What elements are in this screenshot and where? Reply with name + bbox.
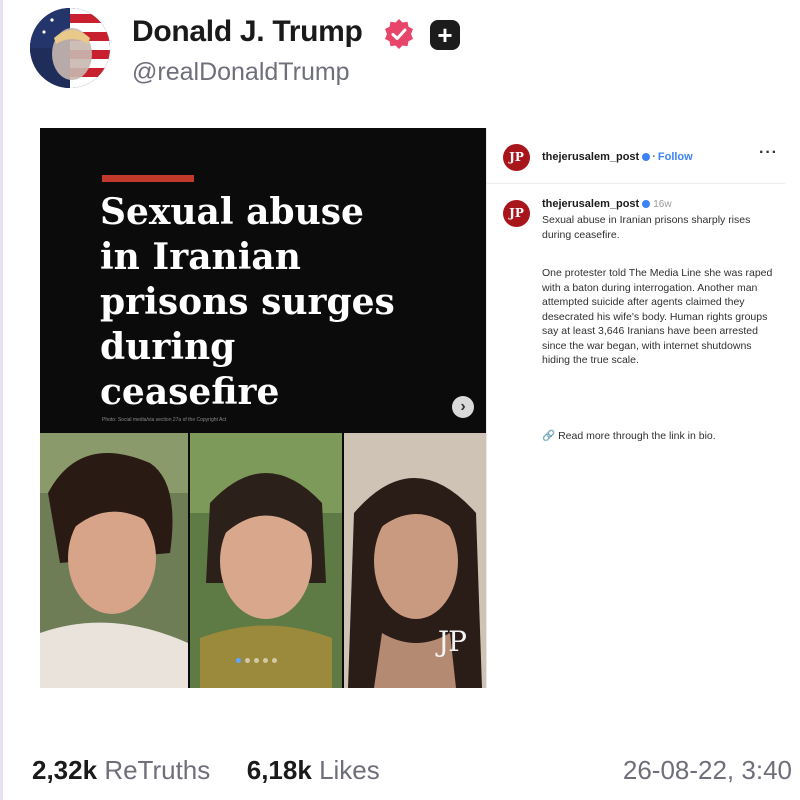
author-handle[interactable]: @realDonaldTrump bbox=[132, 58, 350, 87]
more-dots-icon[interactable]: ··· bbox=[759, 144, 778, 162]
carousel-dot[interactable] bbox=[254, 658, 259, 663]
caption-body: One protester told The Media Line she wa… bbox=[542, 267, 773, 366]
plus-icon[interactable]: + bbox=[430, 20, 460, 50]
post-stats: 2,32k ReTruths 6,18k Likes bbox=[32, 755, 380, 786]
post-age: 16w bbox=[653, 199, 672, 210]
portrait-photo-1 bbox=[40, 433, 188, 688]
likes-count[interactable]: 6,18k bbox=[247, 755, 312, 785]
photo-credit: Photo: Social media/via section 27a of t… bbox=[102, 417, 227, 423]
retruths-count[interactable]: 2,32k bbox=[32, 755, 97, 785]
caption-account[interactable]: thejerusalem_post bbox=[542, 198, 639, 210]
portrait-photo-3: JP bbox=[344, 433, 486, 688]
left-border bbox=[0, 0, 3, 800]
instagram-header: JP thejerusalem_post · Follow ··· bbox=[487, 128, 785, 184]
headline-rule bbox=[102, 175, 194, 182]
verified-check-icon bbox=[642, 200, 651, 209]
jp-logo-icon[interactable]: JP bbox=[503, 200, 530, 227]
author-name[interactable]: Donald J. Trump bbox=[132, 15, 363, 49]
portrait-strip: JP bbox=[40, 433, 486, 688]
caption-header: thejerusalem_post 16w bbox=[542, 198, 672, 210]
carousel-dot[interactable] bbox=[236, 658, 241, 663]
instagram-side-panel: JP thejerusalem_post · Follow ··· JP theje… bbox=[486, 128, 785, 688]
image-headline: Sexual abuse in Iranian prisons surges d… bbox=[100, 191, 395, 413]
jp-watermark: JP bbox=[437, 625, 467, 658]
carousel-dot[interactable] bbox=[272, 658, 277, 663]
jp-logo-icon[interactable]: JP bbox=[503, 144, 530, 171]
embedded-media-card[interactable]: Sexual abuse in Iranian prisons surges d… bbox=[40, 128, 785, 688]
verified-badge-icon bbox=[385, 19, 413, 49]
verified-check-icon bbox=[642, 153, 651, 162]
carousel-dot[interactable] bbox=[245, 658, 250, 663]
instagram-image[interactable]: Sexual abuse in Iranian prisons surges d… bbox=[40, 128, 486, 688]
instagram-account[interactable]: thejerusalem_post bbox=[542, 151, 639, 163]
read-more-text[interactable]: Read more through the link in bio. bbox=[558, 430, 716, 442]
caption-lead: Sexual abuse in Iranian prisons sharply … bbox=[542, 214, 751, 241]
post-timestamp: 26-08-22, 3:40 bbox=[622, 755, 792, 785]
read-more-line: 🔗 Read more through the link in bio. bbox=[542, 429, 716, 442]
avatar[interactable] bbox=[30, 8, 110, 88]
follow-button[interactable]: Follow bbox=[658, 151, 693, 163]
likes-label[interactable]: Likes bbox=[319, 755, 380, 785]
separator-dot: · bbox=[652, 151, 656, 163]
link-icon: 🔗 bbox=[542, 430, 556, 442]
portrait-photo-2 bbox=[190, 433, 342, 688]
carousel-dots bbox=[236, 658, 277, 663]
chevron-right-icon[interactable]: › bbox=[452, 396, 474, 418]
retruths-label[interactable]: ReTruths bbox=[104, 755, 210, 785]
carousel-dot[interactable] bbox=[263, 658, 268, 663]
instagram-account-row: thejerusalem_post · Follow bbox=[542, 151, 693, 163]
